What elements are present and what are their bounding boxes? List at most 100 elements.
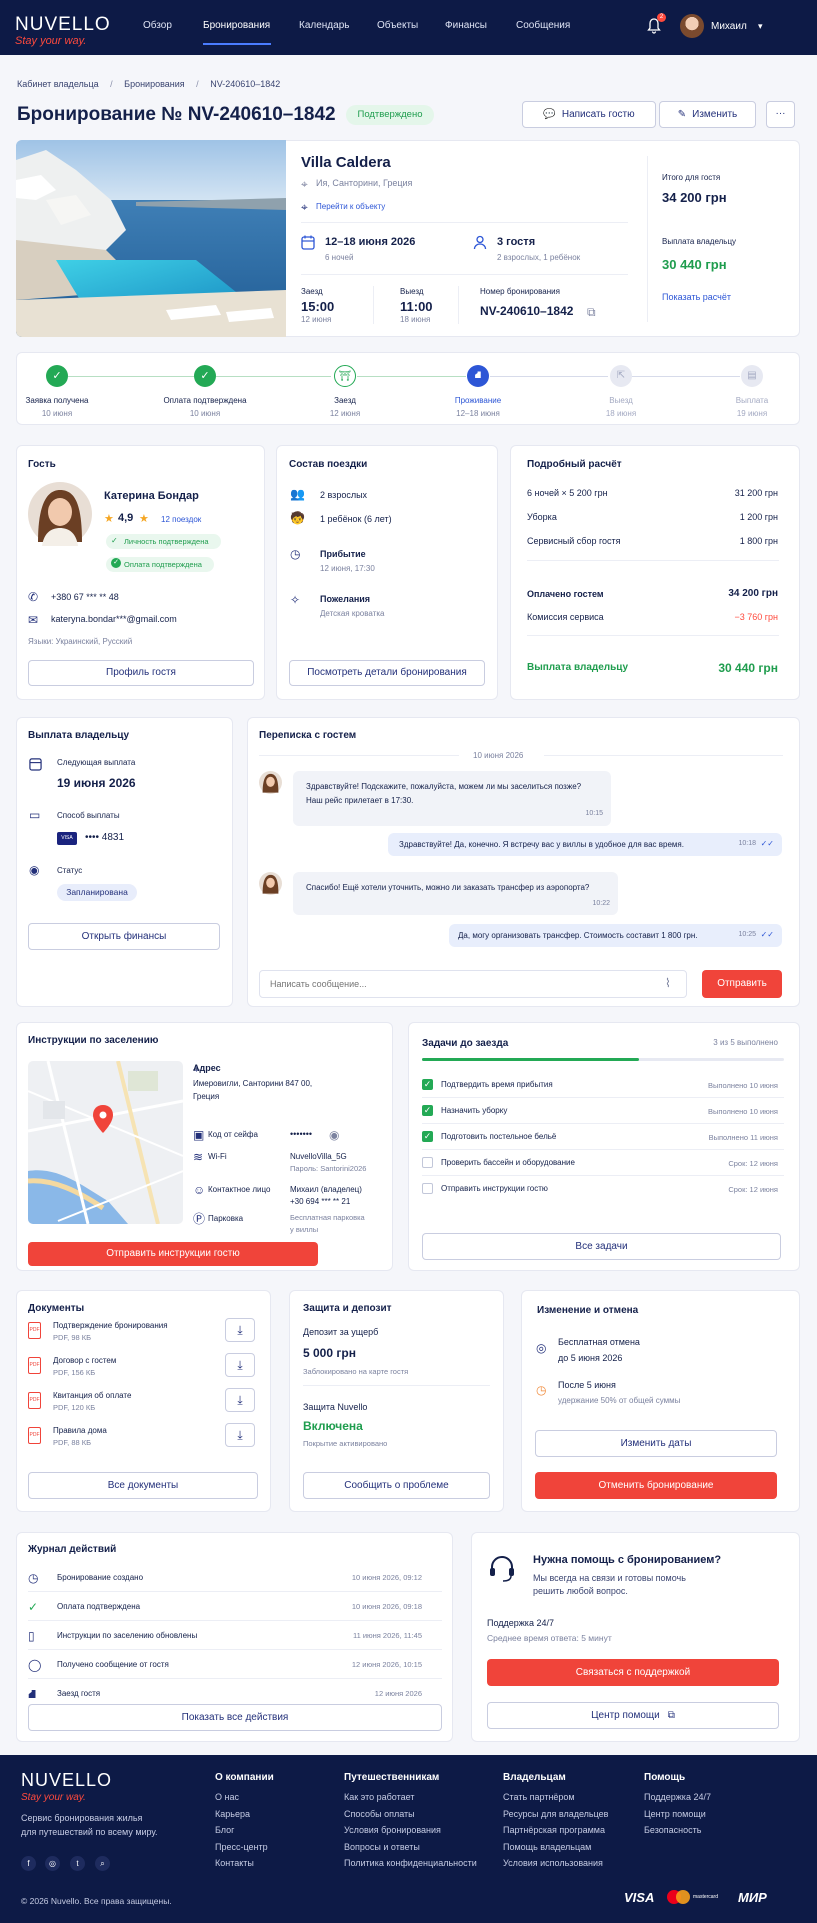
chevron-down-icon[interactable]: ▾ [758,21,763,32]
guest-trips[interactable]: 12 поездок [161,515,201,524]
section-title: Изменение и отмена [537,1305,639,1316]
cancel-booking-button[interactable]: Отменить бронирование [535,1472,777,1499]
edit-button[interactable]: ✎ Изменить [659,101,756,128]
nav-active-indicator [203,43,271,45]
download-icon[interactable]: ⤓ [225,1423,255,1447]
document-meta: PDF, 98 КБ [53,1333,92,1342]
villa-photo[interactable] [16,140,286,337]
clock-icon: ◷ [536,1383,547,1397]
footer-link[interactable]: Блог [215,1825,234,1835]
tasks-progress-track [422,1058,784,1061]
footer-link[interactable]: Партнёрская программа [503,1825,605,1835]
section-title: Подробный расчёт [527,459,622,470]
nav-overview[interactable]: Обзор [143,20,172,31]
help-center-button[interactable]: Центр помощи ⧉ [487,1702,779,1729]
guest-profile-button[interactable]: Профиль гостя [28,660,254,686]
document-name[interactable]: Квитанция об оплате [53,1391,131,1400]
footer-link[interactable]: О нас [215,1792,239,1802]
download-icon[interactable]: ⤓ [225,1353,255,1377]
nav-messages[interactable]: Сообщения [516,20,570,31]
footer-link[interactable]: Политика конфиденциальности [344,1858,477,1868]
paperclip-icon[interactable]: ⌇ [665,977,671,989]
search-icon[interactable]: ⌕ [95,1856,110,1871]
footer-link[interactable]: Поддержка 24/7 [644,1792,711,1802]
location-map[interactable] [28,1061,183,1224]
contact-support-button[interactable]: Связаться с поддержкой [487,1659,779,1686]
message-bubble-guest: Здравствуйте! Подскажите, пожалуйста, мо… [293,771,611,826]
step-payout-icon: ▤ [741,365,763,387]
free-cancel-label: Бесплатная отмена [558,1337,640,1347]
footer-link[interactable]: Карьера [215,1809,250,1819]
divider [458,286,459,324]
footer-link[interactable]: Условия использования [503,1858,603,1868]
footer-link[interactable]: Контакты [215,1858,254,1868]
protection-note: Покрытие активировано [303,1439,388,1448]
footer-link[interactable]: Вопросы и ответы [344,1842,420,1852]
logo[interactable]: NUVELLO [15,14,111,36]
footer-link[interactable]: Условия бронирования [344,1825,441,1835]
nav-finance[interactable]: Финансы [445,20,487,31]
step-label: Выплата [735,396,769,405]
parking-label: Парковка [208,1214,244,1223]
status-badge: Подтверждено [346,105,434,125]
copy-icon[interactable]: ⧉ [587,306,596,318]
task-status: Выполнено 11 июня [708,1133,778,1142]
document-meta: PDF, 156 КБ [53,1368,96,1377]
user-name[interactable]: Михаил [711,21,747,32]
footer-link[interactable]: Как это работает [344,1792,414,1802]
report-problem-button[interactable]: Сообщить о проблеме [303,1472,490,1499]
nav-properties[interactable]: Объекты [377,20,418,31]
booking-details-button[interactable]: Посмотреть детали бронирования [289,660,485,686]
nav-bookings[interactable]: Бронирования [203,20,270,31]
document-name[interactable]: Договор с гостем [53,1356,116,1365]
breadcrumb-owner[interactable]: Кабинет владельца [17,79,99,89]
eye-icon[interactable]: ◉ [329,1129,339,1141]
message-guest-button[interactable]: 💬 Написать гостю [522,101,656,128]
footer-link[interactable]: Способы оплаты [344,1809,415,1819]
open-finance-button[interactable]: Открыть финансы [28,923,220,950]
checkbox-checked[interactable]: ✓ [422,1105,433,1116]
breadcrumb-bookings[interactable]: Бронирования [124,79,184,89]
download-icon[interactable]: ⤓ [225,1318,255,1342]
section-title: Гость [28,459,56,470]
headset-icon [490,1556,514,1582]
message-input[interactable] [259,970,687,998]
download-icon[interactable]: ⤓ [225,1388,255,1412]
checkbox-checked[interactable]: ✓ [422,1131,433,1142]
instagram-icon[interactable]: ◎ [45,1856,60,1871]
footer-logo[interactable]: NUVELLO [21,1770,112,1791]
change-dates-button[interactable]: Изменить даты [535,1430,777,1457]
checkbox[interactable] [422,1157,433,1168]
page-title: Бронирование № NV-240610–1842 [17,104,336,125]
nav-calendar[interactable]: Календарь [299,20,349,31]
calc-row-label: 6 ночей × 5 200 грн [527,488,608,498]
more-button[interactable]: ··· [766,101,795,128]
footer-link[interactable]: Пресс-центр [215,1842,268,1852]
facebook-icon[interactable]: f [21,1856,36,1871]
checkbox-checked[interactable]: ✓ [422,1079,433,1090]
footer-link[interactable]: Помощь владельцам [503,1842,591,1852]
footer-link[interactable]: Ресурсы для владельцев [503,1809,608,1819]
all-tasks-button[interactable]: Все задачи [422,1233,781,1260]
show-all-actions-button[interactable]: Показать все действия [28,1704,442,1731]
open-property-link[interactable]: Перейти к объекту [316,202,385,211]
all-documents-button[interactable]: Все документы [28,1472,258,1499]
footer-link[interactable]: Стать партнёром [503,1792,575,1802]
send-instructions-button[interactable]: Отправить инструкции гостю [28,1242,318,1266]
footer-link[interactable]: Безопасность [644,1825,701,1835]
footer-link[interactable]: Центр помощи [644,1809,706,1819]
send-message-button[interactable]: Отправить [702,970,782,998]
checkbox[interactable] [422,1183,433,1194]
divider [647,156,648,322]
external-link-icon: ⧉ [667,1710,675,1721]
guest-avatar[interactable] [28,482,92,546]
log-entry-label: Получено сообщение от гостя [57,1660,169,1669]
user-avatar[interactable] [680,14,704,38]
log-entry-label: Инструкции по заселению обновлены [57,1631,198,1640]
show-calculation-link[interactable]: Показать расчёт [662,292,731,302]
document-name[interactable]: Правила дома [53,1426,107,1435]
checkin-time: 15:00 [301,299,335,314]
document-name[interactable]: Подтверждение бронирования [53,1321,168,1330]
twitter-icon[interactable]: t [70,1856,85,1871]
deposit-amount: 5 000 грн [303,1346,356,1360]
